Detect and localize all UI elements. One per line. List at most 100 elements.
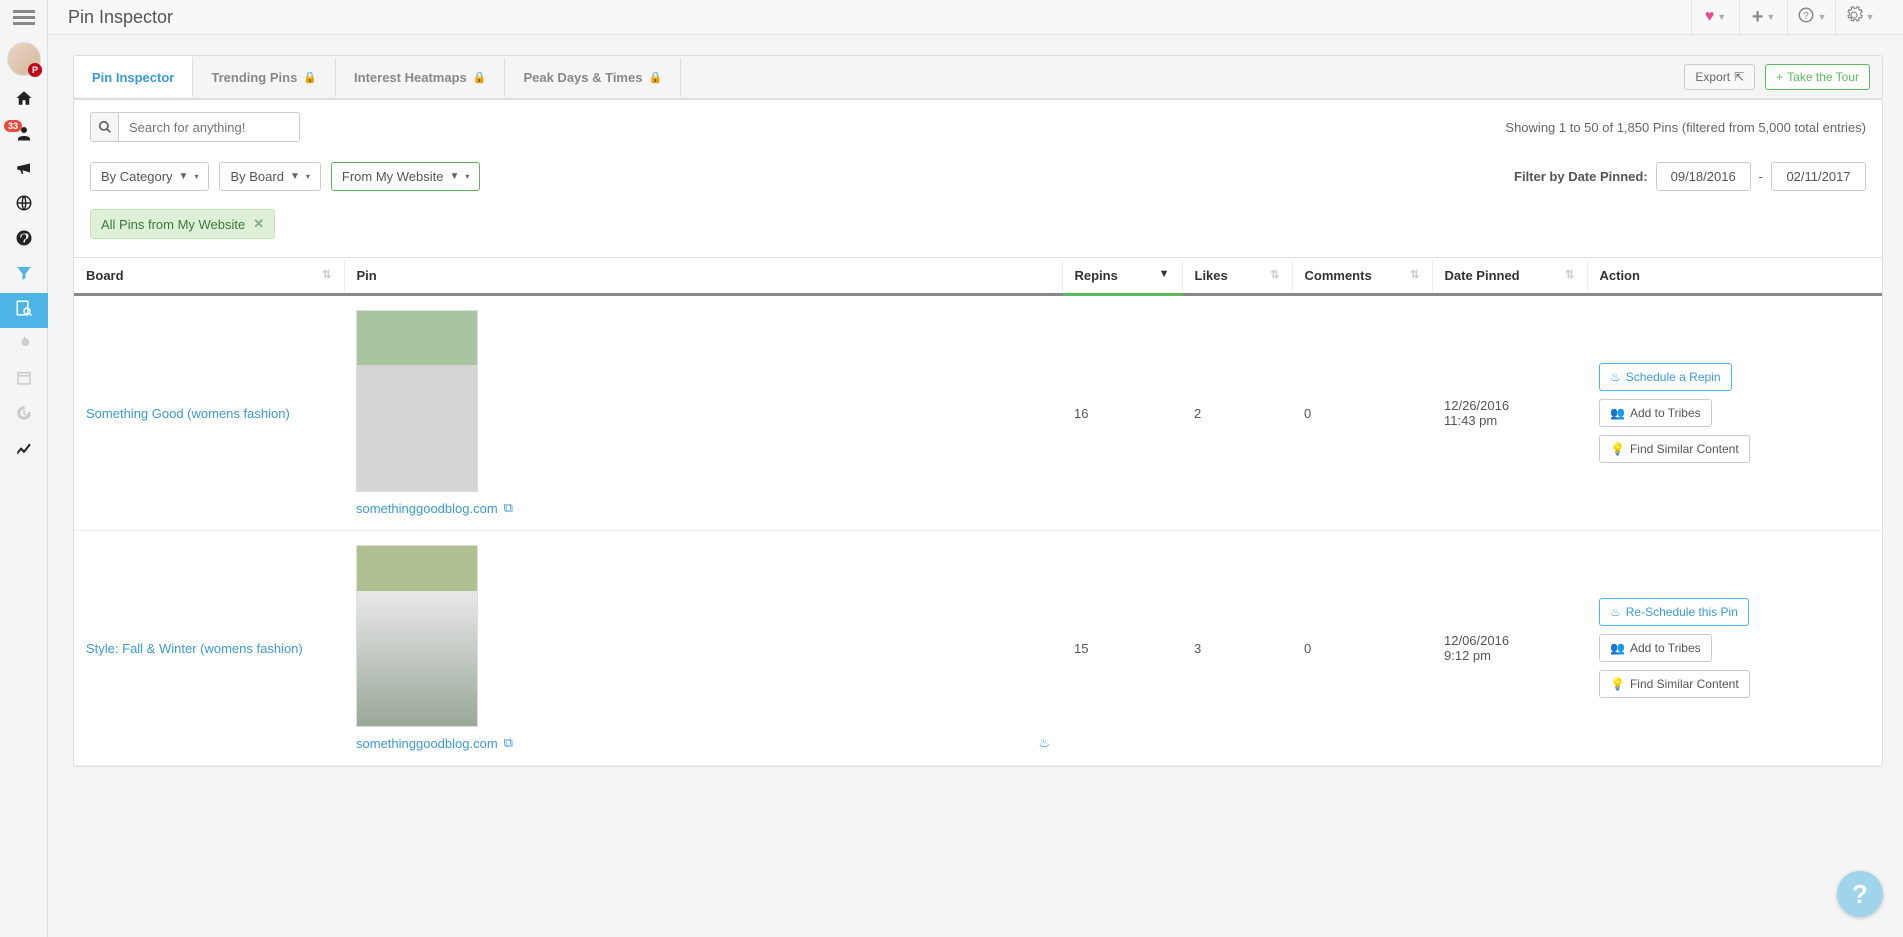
col-repins[interactable]: Repins ▼ xyxy=(1062,258,1182,295)
col-comments[interactable]: Comments ⇅ xyxy=(1292,258,1432,295)
question-icon: ? xyxy=(1852,879,1868,910)
pin-thumbnail[interactable] xyxy=(356,545,478,727)
board-link[interactable]: Something Good (womens fashion) xyxy=(86,406,290,421)
lock-icon: 🔒 xyxy=(303,71,317,84)
external-link-icon: ⧉ xyxy=(504,500,513,516)
sidebar-item-trending[interactable] xyxy=(0,328,48,363)
date-from-input[interactable] xyxy=(1656,162,1751,191)
filter-icon: ▼ xyxy=(179,171,189,182)
search-row: Showing 1 to 50 of 1,850 Pins (filtered … xyxy=(74,99,1882,154)
filter-row: By Category ▼ ▾ By Board ▼ ▾ From My Web… xyxy=(74,154,1882,199)
help-button[interactable]: ? ▼ xyxy=(1787,0,1835,35)
tab-interest-heatmaps[interactable]: Interest Heatmaps 🔒 xyxy=(336,58,505,97)
top-header: Pin Inspector ♥▼ +▼ ? ▼ ▼ xyxy=(48,0,1903,35)
date-to-input[interactable] xyxy=(1771,162,1866,191)
pin-source-link[interactable]: somethinggoodblog.com xyxy=(356,501,498,516)
sidebar-item-funnel[interactable] xyxy=(0,258,48,293)
flame-icon: ♨ xyxy=(1610,605,1621,619)
sidebar-item-community[interactable]: 33 xyxy=(0,118,48,153)
tab-peak-days[interactable]: Peak Days & Times 🔒 xyxy=(505,58,681,97)
question-icon: ? xyxy=(1797,6,1815,29)
external-link-icon: ⧉ xyxy=(504,735,513,751)
find-similar-button[interactable]: 💡 Find Similar Content xyxy=(1599,670,1750,698)
add-to-tribes-button[interactable]: 👥 Add to Tribes xyxy=(1599,634,1712,662)
caret-icon: ▾ xyxy=(306,172,310,181)
export-label: Export xyxy=(1695,70,1730,84)
add-to-tribes-button[interactable]: 👥 Add to Tribes xyxy=(1599,399,1712,427)
header-actions: ♥▼ +▼ ? ▼ ▼ xyxy=(1691,0,1883,35)
help-bubble-button[interactable]: ? xyxy=(1837,871,1883,917)
sidebar-item-history[interactable] xyxy=(0,398,48,433)
left-sidebar: P 33 xyxy=(0,0,48,937)
date-value: 12/26/2016 xyxy=(1444,398,1575,413)
notification-badge: 33 xyxy=(4,120,22,132)
pin-source-link[interactable]: somethinggoodblog.com xyxy=(356,736,498,751)
filter-label: From My Website xyxy=(342,169,444,184)
settings-button[interactable]: ▼ xyxy=(1835,0,1883,35)
likes-value: 2 xyxy=(1182,295,1292,531)
page-title: Pin Inspector xyxy=(68,7,173,28)
sort-icon: ⇅ xyxy=(322,268,331,281)
remove-filter-button[interactable]: ✕ xyxy=(253,216,264,232)
history-icon xyxy=(15,404,33,427)
gear-icon xyxy=(1845,6,1863,29)
globe-icon xyxy=(15,194,33,217)
filter-by-board[interactable]: By Board ▼ ▾ xyxy=(219,162,320,191)
export-button[interactable]: Export ⇱ xyxy=(1684,64,1755,90)
sidebar-item-pin-inspector[interactable] xyxy=(0,293,48,328)
reschedule-pin-button[interactable]: ♨ Re-Schedule this Pin xyxy=(1599,598,1749,626)
search-box xyxy=(90,112,300,142)
tab-label: Peak Days & Times xyxy=(523,70,642,85)
sort-icon: ⇅ xyxy=(1270,268,1279,281)
tab-label: Interest Heatmaps xyxy=(354,70,467,85)
table-row: Something Good (womens fashion) somethin… xyxy=(74,295,1882,531)
sort-icon: ⇅ xyxy=(1565,268,1574,281)
sidebar-item-analytics[interactable] xyxy=(0,433,48,468)
pinterest-badge-icon: P xyxy=(28,63,42,77)
user-avatar[interactable]: P xyxy=(0,35,48,83)
pin-thumbnail[interactable] xyxy=(356,310,478,492)
time-value: 9:12 pm xyxy=(1444,648,1575,663)
col-board[interactable]: Board ⇅ xyxy=(74,258,344,295)
search-input[interactable] xyxy=(119,114,299,141)
col-likes[interactable]: Likes ⇅ xyxy=(1182,258,1292,295)
filter-label: By Board xyxy=(230,169,283,184)
filter-by-website[interactable]: From My Website ▼ ▾ xyxy=(331,162,481,191)
lightbulb-icon: 💡 xyxy=(1610,677,1625,691)
tab-pin-inspector[interactable]: Pin Inspector xyxy=(74,56,193,97)
date-separator: - xyxy=(1759,169,1763,184)
board-link[interactable]: Style: Fall & Winter (womens fashion) xyxy=(86,641,303,656)
caret-icon: ▾ xyxy=(465,172,469,181)
results-count: Showing 1 to 50 of 1,850 Pins (filtered … xyxy=(1505,120,1866,135)
sidebar-item-globe[interactable] xyxy=(0,188,48,223)
external-link-icon: ⇱ xyxy=(1734,70,1744,84)
favorites-button[interactable]: ♥▼ xyxy=(1691,0,1739,35)
col-date[interactable]: Date Pinned ⇅ xyxy=(1432,258,1587,295)
repins-value: 15 xyxy=(1062,531,1182,766)
schedule-repin-button[interactable]: ♨ Schedule a Repin xyxy=(1599,363,1732,391)
active-filters: All Pins from My Website ✕ xyxy=(74,199,1882,257)
sidebar-item-pinterest[interactable] xyxy=(0,223,48,258)
content-panel: Showing 1 to 50 of 1,850 Pins (filtered … xyxy=(73,99,1883,767)
sidebar-item-publish[interactable] xyxy=(0,153,48,188)
lock-icon: 🔒 xyxy=(648,71,662,84)
col-pin[interactable]: Pin xyxy=(344,258,1062,295)
filter-icon: ▼ xyxy=(449,171,459,182)
home-icon xyxy=(15,89,33,112)
take-tour-button[interactable]: + Take the Tour xyxy=(1765,64,1870,90)
search-icon xyxy=(91,113,119,141)
analytics-icon xyxy=(15,439,33,462)
caret-icon: ▾ xyxy=(194,172,198,181)
pinterest-icon xyxy=(15,229,33,252)
tab-trending-pins[interactable]: Trending Pins 🔒 xyxy=(193,58,336,97)
heart-icon: ♥ xyxy=(1705,8,1715,26)
filter-by-category[interactable]: By Category ▼ ▾ xyxy=(90,162,209,191)
sort-desc-icon: ▼ xyxy=(1159,268,1170,280)
find-similar-button[interactable]: 💡 Find Similar Content xyxy=(1599,435,1750,463)
menu-toggle-button[interactable] xyxy=(0,0,48,35)
sidebar-item-home[interactable] xyxy=(0,83,48,118)
tab-label: Pin Inspector xyxy=(92,70,174,85)
comments-value: 0 xyxy=(1292,295,1432,531)
add-button[interactable]: +▼ xyxy=(1739,0,1787,35)
sidebar-item-calendar[interactable] xyxy=(0,363,48,398)
